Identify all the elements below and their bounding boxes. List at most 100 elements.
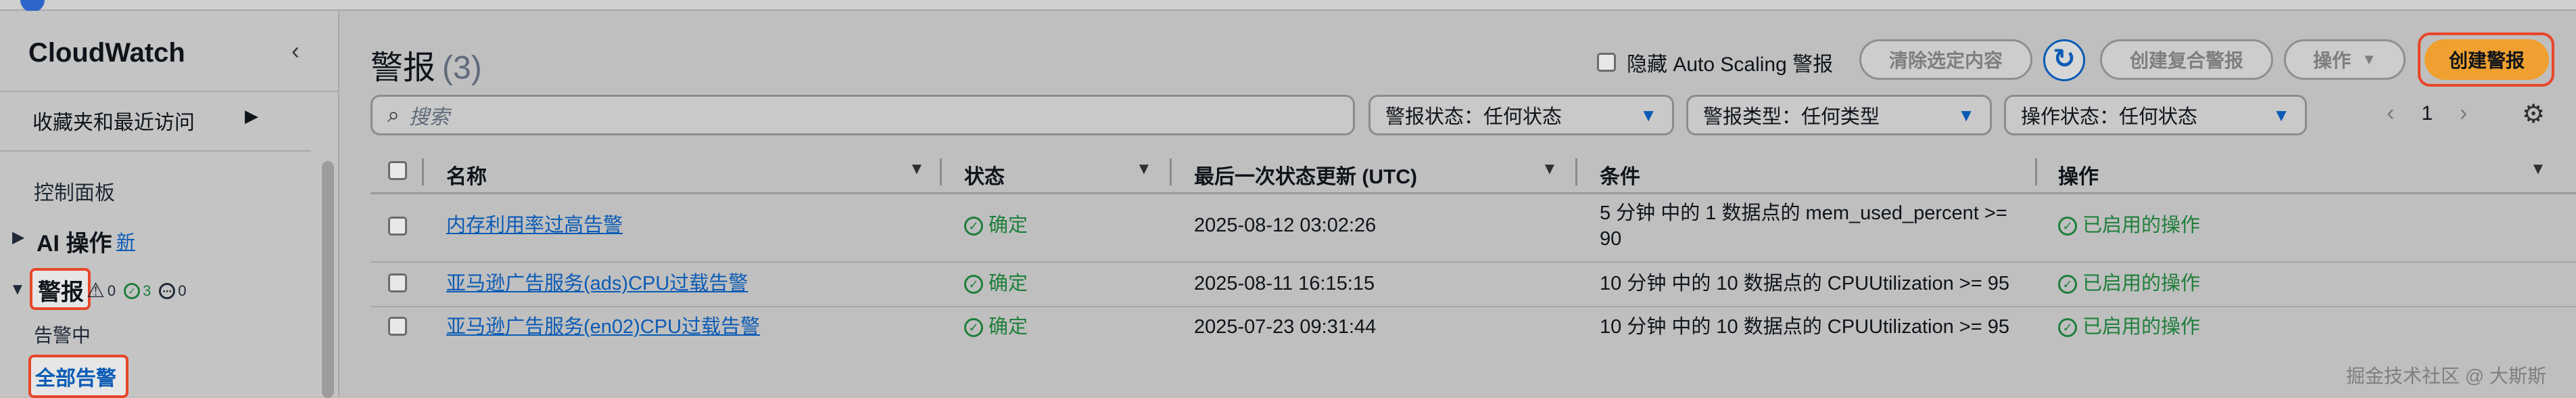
- row-checkbox[interactable]: [388, 317, 407, 336]
- search-icon: ⌕: [387, 102, 400, 127]
- select-all-checkbox[interactable]: [388, 161, 407, 180]
- alarm-name-link[interactable]: 内存利用率过高告警: [446, 213, 623, 238]
- chevron-right-icon[interactable]: ›: [2460, 100, 2467, 127]
- updated-cell: 2025-08-11 16:15:15: [1194, 273, 1375, 294]
- refresh-icon[interactable]: ↻: [2043, 39, 2085, 81]
- sidebar-item-alarms[interactable]: 警报: [38, 273, 84, 307]
- sort-caret-icon[interactable]: ▼: [909, 160, 925, 179]
- state-text: 确定: [988, 215, 1028, 236]
- search-placeholder: 搜索: [408, 106, 450, 129]
- warning-icon: ⚠: [87, 280, 105, 302]
- hide-autoscaling-checkbox[interactable]: 隐藏 Auto Scaling 警报: [1597, 47, 1833, 77]
- alarm-type-label: 警报类型：任何类型: [1703, 106, 1880, 128]
- alarm-type-filter[interactable]: 警报类型：任何类型 ▼: [1686, 95, 1992, 135]
- state-cell: ✓ 确定: [964, 213, 1028, 238]
- state-cell: ✓ 确定: [964, 314, 1028, 340]
- alarm-state-filter[interactable]: 警报状态：任何状态 ▼: [1368, 95, 1674, 135]
- divider: [0, 150, 311, 152]
- sort-caret-icon[interactable]: ▼: [2530, 160, 2546, 179]
- caret-down-icon[interactable]: ▼: [9, 280, 26, 299]
- column-divider: [1170, 158, 1172, 185]
- caret-down-icon: ▼: [1640, 104, 1657, 125]
- sidebar-scrollbar[interactable]: [322, 161, 334, 398]
- actions-button[interactable]: 操作 ▼: [2284, 39, 2406, 80]
- more-circle-icon: ⋯: [159, 282, 176, 299]
- actions-cell: ✓ 已启用的操作: [2058, 213, 2200, 238]
- create-composite-alarm-button[interactable]: 创建复合警报: [2100, 39, 2273, 80]
- ok-count: 3: [143, 282, 151, 299]
- check-circle-icon: ✓: [964, 217, 983, 236]
- check-circle-icon: ✓: [2058, 275, 2077, 294]
- alarm-name-link[interactable]: 亚马逊广告服务(ads)CPU过载告警: [446, 271, 748, 296]
- hide-autoscaling-label: 隐藏 Auto Scaling 警报: [1627, 53, 1834, 76]
- watermark: 掘金技术社区 @ 大斯斯: [2346, 366, 2546, 386]
- chevron-left-icon[interactable]: ‹: [2387, 100, 2394, 127]
- alarm-state-label: 警报状态：任何状态: [1385, 106, 1563, 128]
- sort-caret-icon[interactable]: ▼: [1542, 160, 1558, 179]
- caret-down-icon: ▼: [1957, 104, 1975, 125]
- check-circle-icon: ✓: [2058, 217, 2077, 236]
- sidebar-item-all-alarms[interactable]: 全部告警: [35, 361, 116, 391]
- table-row[interactable]: 亚马逊广告服务(ads)CPU过载告警 ✓ 确定 2025-08-11 16:15…: [371, 263, 2576, 307]
- row-checkbox[interactable]: [388, 217, 407, 236]
- sidebar-item-favorites[interactable]: 收藏夹和最近访问: [32, 106, 195, 135]
- alarm-count: (3): [442, 50, 482, 86]
- sidebar-item-in-alarm[interactable]: 告警中: [34, 321, 91, 348]
- actions-cell: ✓ 已启用的操作: [2058, 271, 2200, 296]
- clear-selection-button[interactable]: 清除选定内容: [1859, 39, 2032, 80]
- check-circle-icon: ✓: [124, 282, 141, 299]
- column-divider: [2035, 158, 2037, 185]
- actions-text: 已启用的操作: [2082, 215, 2201, 236]
- pagination: ‹ 1 ›: [2387, 100, 2467, 127]
- sidebar-title: CloudWatch: [28, 38, 185, 68]
- sidebar-item-ai-ops[interactable]: AI 操作: [37, 225, 112, 258]
- page-number[interactable]: 1: [2421, 102, 2433, 125]
- caret-right-icon[interactable]: ▶: [245, 106, 258, 127]
- sidebar: CloudWatch ‹ 收藏夹和最近访问 ▶ 控制面板 ▶ AI 操作 新 ▼…: [0, 11, 339, 398]
- condition-cell: 10 分钟 中的 10 数据点的 CPUUtilization >= 95: [1600, 273, 2009, 294]
- column-header-updated[interactable]: 最后一次状态更新 (UTC): [1194, 160, 1417, 190]
- page-title-text: 警报: [371, 50, 436, 86]
- insufficient-count: 0: [178, 282, 187, 299]
- actions-text: 已启用的操作: [2082, 273, 2201, 294]
- alarm-count: 0: [107, 282, 116, 299]
- actions-cell: ✓ 已启用的操作: [2058, 314, 2200, 340]
- caret-down-icon: ▼: [2272, 104, 2290, 125]
- gear-icon[interactable]: ⚙: [2522, 99, 2545, 129]
- action-state-filter[interactable]: 操作状态：任何状态 ▼: [2004, 95, 2307, 135]
- sort-caret-icon[interactable]: ▼: [1136, 160, 1152, 179]
- top-bar: [0, 0, 2576, 12]
- create-alarm-button[interactable]: 创建警报: [2425, 39, 2549, 80]
- alarm-name-link[interactable]: 亚马逊广告服务(en02)CPU过载告警: [446, 314, 760, 340]
- check-circle-icon: ✓: [964, 318, 983, 338]
- updated-cell: 2025-08-12 03:02:26: [1194, 215, 1377, 236]
- search-input[interactable]: ⌕ 搜索: [371, 95, 1355, 135]
- column-header-name[interactable]: 名称: [446, 160, 487, 190]
- state-text: 确定: [988, 273, 1028, 294]
- column-header-state[interactable]: 状态: [964, 160, 1005, 190]
- row-checkbox[interactable]: [388, 273, 407, 292]
- caret-right-icon[interactable]: ▶: [12, 227, 24, 247]
- actions-text: 已启用的操作: [2082, 316, 2201, 338]
- new-badge[interactable]: 新: [116, 227, 135, 255]
- column-header-conditions[interactable]: 条件: [1600, 160, 1640, 190]
- divider: [0, 91, 338, 92]
- table-row[interactable]: 内存利用率过高告警 ✓ 确定 2025-08-12 03:02:26 5 分钟 中…: [371, 194, 2576, 263]
- checkbox[interactable]: [1597, 53, 1616, 72]
- column-divider: [1575, 158, 1577, 185]
- check-circle-icon: ✓: [964, 275, 983, 294]
- collapse-sidebar-icon[interactable]: ‹: [284, 39, 307, 63]
- table-header: 名称 ▼ 状态 ▼ 最后一次状态更新 (UTC) ▼ 条件 操作 ▼: [371, 153, 2576, 194]
- state-text: 确定: [988, 316, 1028, 338]
- page-title: 警报 (3): [371, 41, 482, 88]
- condition-cell: 5 分钟 中的 1 数据点的 mem_used_percent >= 90: [1600, 202, 2007, 250]
- sidebar-item-dashboards[interactable]: 控制面板: [34, 176, 115, 206]
- column-divider: [422, 158, 424, 185]
- updated-cell: 2025-07-23 09:31:44: [1194, 316, 1377, 338]
- condition-cell: 10 分钟 中的 10 数据点的 CPUUtilization >= 95: [1600, 316, 2009, 338]
- column-header-actions[interactable]: 操作: [2058, 160, 2099, 190]
- check-circle-icon: ✓: [2058, 318, 2077, 338]
- actions-label: 操作: [2313, 50, 2352, 71]
- table-row[interactable]: 亚马逊广告服务(en02)CPU过载告警 ✓ 确定 2025-07-23 09:3…: [371, 307, 2576, 349]
- caret-down-icon: ▼: [2362, 51, 2377, 68]
